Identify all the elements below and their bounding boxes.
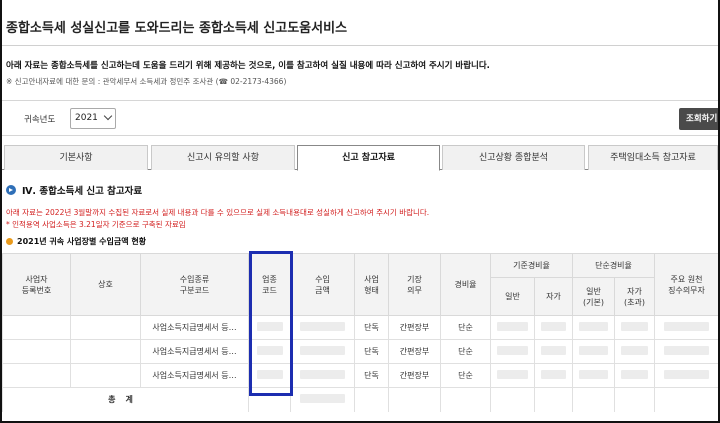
- income-table: 사업자 등록번호 상호 수입종류 구분코드 업종 코드 수입 금액 사업 형태 …: [2, 253, 718, 412]
- total-row: 총계: [2, 387, 718, 412]
- header-divider: [2, 45, 718, 46]
- tab-filing-analysis[interactable]: 신고상황 종합분석: [442, 145, 585, 170]
- col-standard-self: 자가: [534, 277, 573, 316]
- redacted-cell: [540, 346, 567, 355]
- income-code-cell: 사업소득지급명세서 등…: [140, 339, 249, 364]
- expense-rate-cell: 단순: [440, 363, 491, 388]
- redacted-cell: [579, 370, 608, 379]
- year-select[interactable]: 2021: [70, 108, 116, 129]
- col-name: 상호: [70, 253, 141, 316]
- redacted-cell: [540, 322, 567, 331]
- tab-housing-rental[interactable]: 주택임대소득 참고자료: [588, 145, 718, 170]
- col-main-source: 주요 원천 징수의무자: [654, 253, 718, 316]
- col-standard-rate: 기준경비율: [490, 253, 573, 278]
- redacted-cell: [664, 370, 709, 379]
- expense-rate-cell: 단순: [440, 339, 491, 364]
- redacted-cell: [620, 322, 649, 331]
- table-row: 사업소득지급명세서 등… 단독 간편장부 단순: [2, 315, 718, 340]
- redacted-cell: [620, 346, 649, 355]
- page-frame: 종합소득세 성실신고를 도와드리는 종합소득세 신고도움서비스 아래 자료는 종…: [0, 0, 720, 423]
- biz-type-cell: 단독: [354, 339, 389, 364]
- bookkeeping-cell: 간편장부: [388, 339, 441, 364]
- col-expense-rate: 경비율: [440, 253, 491, 316]
- bookkeeping-cell: 간편장부: [388, 363, 441, 388]
- redacted-cell: [300, 370, 345, 379]
- bookkeeping-cell: 간편장부: [388, 315, 441, 340]
- chevron-down-icon: [103, 111, 113, 121]
- tab-filing-notes[interactable]: 신고시 유의할 사항: [151, 145, 295, 170]
- redacted-cell: [664, 346, 709, 355]
- col-standard-general: 일반: [490, 277, 535, 316]
- redacted-cell: [620, 370, 649, 379]
- expense-rate-cell: 단순: [440, 315, 491, 340]
- col-revenue: 수입 금액: [290, 253, 355, 316]
- redacted-cell: [497, 322, 528, 331]
- filter-bar: 귀속년도 2021 조회하기: [2, 100, 718, 136]
- col-income-code: 수입종류 구분코드: [140, 253, 249, 316]
- tab-reference-data[interactable]: 신고 참고자료: [297, 145, 440, 171]
- industry-code-highlight-box: [249, 251, 293, 396]
- col-bookkeeping: 기장 의무: [388, 253, 441, 316]
- total-label: 총계: [108, 395, 143, 405]
- tab-bar: 기본사항 신고시 유의할 사항 신고 참고자료 신고상황 종합분석 주택임대소득…: [2, 145, 718, 171]
- warning-note: 아래 자료는 2022년 3월말까지 수집된 자료로서 실제 내용과 다를 수 …: [6, 208, 430, 217]
- table-row: 사업소득지급명세서 등… 단독 간편장부 단순: [2, 363, 718, 388]
- biz-type-cell: 단독: [354, 315, 389, 340]
- redacted-cell: [664, 322, 709, 331]
- redacted-cell: [497, 346, 528, 355]
- warning-note-2: * 인적용역 사업소득은 3.21일자 기준으로 구축된 자료임: [6, 220, 186, 229]
- section-heading: Ⅳ. 종합소득세 신고 참고자료: [6, 183, 142, 197]
- search-button[interactable]: 조회하기: [679, 108, 718, 130]
- year-label: 귀속년도: [24, 115, 56, 125]
- col-simple-general: 일반 (기본): [572, 277, 615, 316]
- table-row: 사업소득지급명세서 등… 단독 간편장부 단순: [2, 339, 718, 364]
- redacted-cell: [300, 394, 345, 404]
- subsection-heading: 2021년 귀속 사업장별 수입금액 현황: [6, 236, 146, 247]
- bullet-dot-icon: [6, 238, 13, 245]
- page-title: 종합소득세 성실신고를 도와드리는 종합소득세 신고도움서비스: [6, 21, 348, 36]
- redacted-cell: [579, 322, 608, 331]
- contact-info: ※ 신고안내자료에 대한 문의 : 관악세무서 소득세과 정민주 조사관 (☎ …: [6, 77, 287, 86]
- redacted-cell: [540, 370, 567, 379]
- redacted-cell: [579, 346, 608, 355]
- tab-basic-info[interactable]: 기본사항: [4, 145, 148, 170]
- col-biz-type: 사업 형태: [354, 253, 389, 316]
- subsection-title: 2021년 귀속 사업장별 수입금액 현황: [17, 237, 147, 246]
- col-biz-no: 사업자 등록번호: [2, 253, 71, 316]
- biz-type-cell: 단독: [354, 363, 389, 388]
- year-select-value: 2021: [75, 113, 98, 123]
- redacted-cell: [300, 346, 345, 355]
- col-simple-rate: 단순경비율: [572, 253, 655, 278]
- redacted-cell: [497, 370, 528, 379]
- col-simple-self: 자가 (초과): [614, 277, 655, 316]
- income-code-cell: 사업소득지급명세서 등…: [140, 315, 249, 340]
- redacted-cell: [300, 322, 345, 331]
- play-circle-icon: [6, 185, 16, 195]
- income-code-cell: 사업소득지급명세서 등…: [140, 363, 249, 388]
- section-title: Ⅳ. 종합소득세 신고 참고자료: [22, 186, 143, 197]
- notice-text: 아래 자료는 종합소득세를 신고하는데 도움을 드리기 위해 제공하는 것으로,…: [6, 61, 490, 71]
